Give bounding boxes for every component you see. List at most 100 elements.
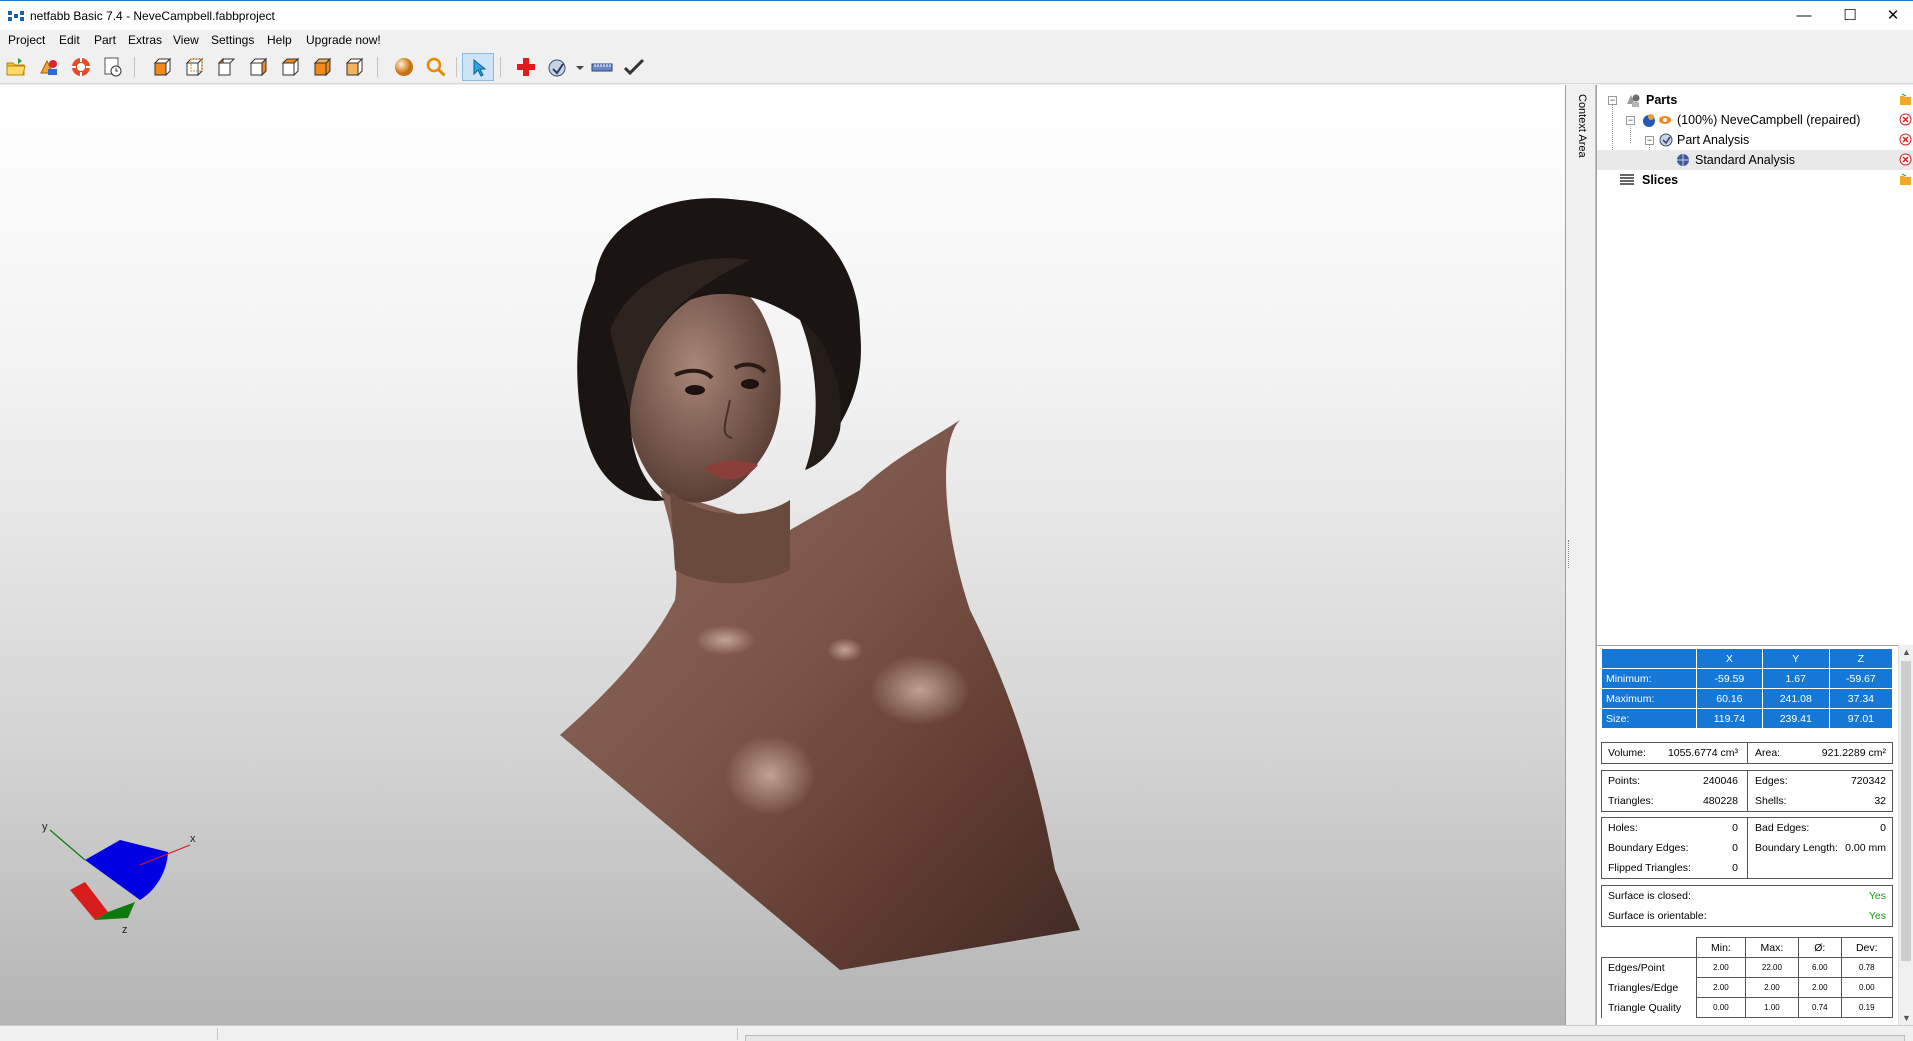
menu-view[interactable]: View xyxy=(172,33,200,47)
bbox-value: 60.16 xyxy=(1696,688,1763,709)
folder-open-icon[interactable] xyxy=(1899,173,1912,186)
stats-row-label: Triangles/Edge xyxy=(1601,977,1697,998)
holes-label: Holes: xyxy=(1608,822,1638,834)
holes-line: Holes: 0 xyxy=(1608,822,1738,836)
3d-model-bust[interactable] xyxy=(500,190,1100,980)
menu-extras[interactable]: Extras xyxy=(127,33,163,47)
scroll-up-icon[interactable]: ▲ xyxy=(1902,647,1911,657)
stats-value: 6.00 xyxy=(1798,957,1842,978)
splitter-grip[interactable] xyxy=(1568,540,1571,568)
reports-icon[interactable] xyxy=(101,55,125,79)
part-analysis-icon xyxy=(1659,133,1673,147)
analysis-scrollbar[interactable]: ▲ ▼ xyxy=(1898,645,1913,1025)
parts-icon xyxy=(1627,94,1640,107)
tree-item-slices[interactable]: Slices xyxy=(1597,170,1913,190)
axis-label-z: z xyxy=(122,924,128,936)
remove-standard-analysis-close-icon[interactable] xyxy=(1899,153,1912,166)
surface-orientable-value: Yes xyxy=(1868,910,1886,922)
toolbar xyxy=(0,50,1913,84)
stats-value: 0.19 xyxy=(1840,997,1894,1018)
view-right-icon[interactable] xyxy=(246,55,270,79)
measure-dropdown-chevron-down-icon[interactable] xyxy=(568,55,584,79)
view-back-icon[interactable] xyxy=(182,55,206,79)
tree-label-part-analysis: Part Analysis xyxy=(1677,133,1750,147)
context-area-tab-label: Context Area xyxy=(1576,94,1588,158)
table-row: Maximum: 60.16 241.08 37.34 xyxy=(1601,688,1894,709)
add-part-icon[interactable] xyxy=(37,55,61,79)
view-bottom-icon[interactable] xyxy=(310,55,334,79)
bounding-box-table: X Y Z Minimum: -59.59 1.67 -59.67 Maximu… xyxy=(1601,648,1894,729)
volume-area-box: Volume: 1055.6774 cm³ Area: 921.2289 cm² xyxy=(1601,742,1893,764)
bbox-header-row: X Y Z xyxy=(1601,648,1894,669)
surface-closed-label: Surface is closed: xyxy=(1608,890,1691,902)
tree-item-part-analysis[interactable]: − Part Analysis xyxy=(1597,130,1913,150)
repair-cross-icon[interactable] xyxy=(514,55,538,79)
bbox-header-blank xyxy=(1601,648,1697,669)
divider xyxy=(1747,771,1748,811)
tree-item-parts[interactable]: − Parts xyxy=(1597,90,1913,110)
view-iso-icon[interactable] xyxy=(342,55,366,79)
standard-analysis-icon xyxy=(1677,154,1689,166)
repair-icon[interactable] xyxy=(69,55,93,79)
boundary-edges-label: Boundary Edges: xyxy=(1608,842,1689,854)
triangles-value: 480228 xyxy=(1702,795,1738,807)
select-pointer-icon[interactable] xyxy=(462,53,494,81)
shells-label: Shells: xyxy=(1755,795,1787,807)
stats-value: 2.00 xyxy=(1696,977,1746,998)
menu-help[interactable]: Help xyxy=(266,33,293,47)
menu-upgrade[interactable]: Upgrade now! xyxy=(305,33,382,47)
measure-icon[interactable] xyxy=(546,55,570,79)
bbox-row-label: Size: xyxy=(1601,708,1697,729)
bad-edges-line: Bad Edges: 0 xyxy=(1755,822,1886,836)
view-left-icon[interactable] xyxy=(214,55,238,79)
stats-value: 0.00 xyxy=(1696,997,1746,1018)
view-front-icon[interactable] xyxy=(150,55,174,79)
slices-icon xyxy=(1620,174,1634,185)
stats-value: 0.74 xyxy=(1798,997,1842,1018)
context-area-tab[interactable]: Context Area xyxy=(1574,94,1590,174)
remove-analysis-close-icon[interactable] xyxy=(1899,133,1912,146)
tree-item-standard-analysis[interactable]: Standard Analysis xyxy=(1597,150,1913,170)
collapse-icon[interactable]: − xyxy=(1608,96,1617,105)
menu-project[interactable]: Project xyxy=(7,33,46,47)
menu-edit[interactable]: Edit xyxy=(58,33,81,47)
collapse-icon[interactable]: − xyxy=(1645,136,1654,145)
collapse-icon[interactable]: − xyxy=(1626,116,1635,125)
tree-item-part[interactable]: − (100%) NeveCampbell (repaired) xyxy=(1597,110,1913,130)
stats-value: 1.00 xyxy=(1744,997,1800,1018)
minimize-button[interactable]: — xyxy=(1781,1,1827,31)
flipped-triangles-line: Flipped Triangles: 0 xyxy=(1608,862,1738,876)
scroll-down-icon[interactable]: ▼ xyxy=(1902,1013,1911,1023)
flipped-triangles-label: Flipped Triangles: xyxy=(1608,862,1691,874)
3d-viewport[interactable]: y x z xyxy=(0,85,1566,1025)
shading-sphere-icon[interactable] xyxy=(392,55,416,79)
bbox-value: 37.34 xyxy=(1828,688,1894,709)
stats-row-label: Edges/Point xyxy=(1601,957,1697,978)
menu-part[interactable]: Part xyxy=(93,33,117,47)
view-top-icon[interactable] xyxy=(278,55,302,79)
stats-header-row: Min: Max: Ø: Dev: xyxy=(1601,937,1894,958)
ruler-icon[interactable] xyxy=(590,55,614,79)
closed-line: Surface is closed: Yes xyxy=(1608,890,1886,904)
menu-settings[interactable]: Settings xyxy=(210,33,255,47)
tree-label-standard-analysis: Standard Analysis xyxy=(1695,153,1796,167)
tree-label-part: (100%) NeveCampbell (repaired) xyxy=(1677,113,1861,127)
tree-label-slices: Slices xyxy=(1642,173,1679,187)
visibility-eye-icon[interactable] xyxy=(1657,112,1673,128)
volume-line: Volume: 1055.6774 cm³ xyxy=(1608,747,1738,761)
bbox-value: -59.67 xyxy=(1828,668,1894,689)
close-button[interactable]: ✕ xyxy=(1870,1,1913,31)
zoom-icon[interactable] xyxy=(424,55,448,79)
remove-part-close-icon[interactable] xyxy=(1899,113,1912,126)
maximize-button[interactable]: ☐ xyxy=(1827,1,1873,31)
title-bar: netfabb Basic 7.4 - NeveCampbell.fabbpro… xyxy=(0,0,1913,30)
folder-open-icon[interactable] xyxy=(1899,93,1912,106)
bbox-value: 241.08 xyxy=(1761,688,1830,709)
axis-label-x: x xyxy=(190,833,196,845)
volume-label: Volume: xyxy=(1608,747,1646,759)
checkmark-icon[interactable] xyxy=(622,55,646,79)
tree-label-parts: Parts xyxy=(1646,93,1678,107)
open-icon[interactable] xyxy=(4,55,28,79)
stats-value: 0.00 xyxy=(1840,977,1894,998)
scroll-thumb[interactable] xyxy=(1901,661,1911,961)
